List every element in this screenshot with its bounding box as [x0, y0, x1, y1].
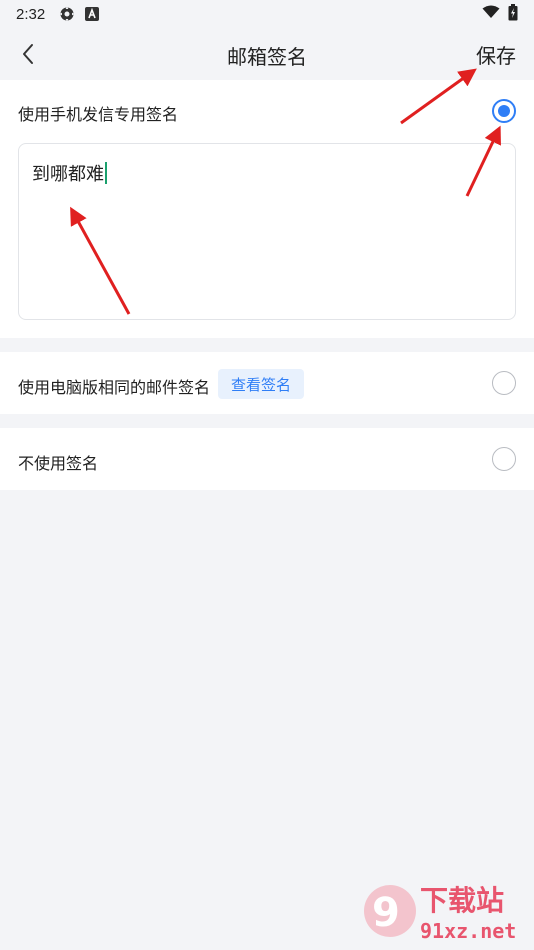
option-phone-signature: 使用手机发信专用签名 到哪都难: [0, 80, 534, 338]
option-desktop-signature-radio[interactable]: [492, 371, 516, 395]
option-desktop-signature[interactable]: 使用电脑版相同的邮件签名 查看签名: [0, 352, 534, 414]
watermark-title: 下载站: [420, 884, 504, 917]
page-title: 邮箱签名: [227, 47, 307, 69]
signature-input[interactable]: 到哪都难: [18, 143, 516, 320]
svg-text:9: 9: [372, 890, 400, 936]
option-desktop-signature-label: 使用电脑版相同的邮件签名: [18, 380, 211, 397]
watermark-logo: 9 下载站 91xz.net: [358, 876, 528, 946]
wifi-icon: [482, 5, 500, 23]
header-bar: 邮箱签名 保存: [0, 28, 534, 80]
save-button[interactable]: 保存: [476, 40, 516, 69]
accessibility-a-icon: [85, 7, 100, 21]
status-time: 2:32: [16, 5, 46, 23]
watermark-url: 91xz.net: [420, 919, 516, 943]
battery-icon: [508, 3, 518, 25]
signature-text-wrap: 到哪都难: [32, 160, 107, 186]
option-phone-signature-radio[interactable]: [492, 99, 516, 123]
signature-text: 到哪都难: [32, 164, 104, 184]
option-phone-signature-label: 使用手机发信专用签名: [18, 107, 179, 124]
status-bar: 2:32: [0, 0, 534, 28]
settings-gear-icon: [59, 6, 75, 22]
option-no-signature-label: 不使用签名: [18, 456, 99, 473]
text-caret: [105, 162, 107, 184]
view-signature-button[interactable]: 查看签名: [218, 369, 305, 399]
option-no-signature[interactable]: 不使用签名: [0, 428, 534, 490]
option-no-signature-radio[interactable]: [492, 447, 516, 471]
